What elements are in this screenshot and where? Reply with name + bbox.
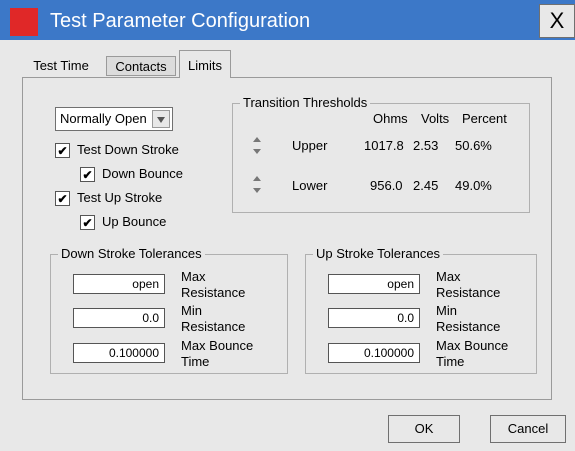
tab-test-time[interactable]: Test Time — [22, 54, 100, 78]
down-min-resistance-label2: Resistance — [181, 319, 246, 334]
app-icon — [10, 8, 38, 36]
down-max-bounce-time-label2: Time — [181, 354, 210, 369]
test-up-stroke-checkbox[interactable]: ✔ — [55, 191, 70, 206]
close-button[interactable]: X — [539, 4, 575, 38]
ok-button[interactable]: OK — [388, 415, 460, 443]
down-bounce-label: Down Bounce — [102, 166, 183, 181]
down-bounce-checkbox[interactable]: ✔ — [80, 167, 95, 182]
up-bounce-label: Up Bounce — [102, 214, 167, 229]
header-volts: Volts — [421, 111, 450, 126]
up-max-bounce-time-label1: Max Bounce — [436, 338, 509, 353]
tab-limits[interactable]: Limits — [179, 50, 231, 78]
up-min-resistance-label1: Min — [436, 303, 457, 318]
lower-threshold-spinner[interactable] — [250, 174, 264, 196]
down-min-resistance-label1: Min — [181, 303, 202, 318]
lower-ohms: 956.0 — [370, 178, 403, 193]
down-max-bounce-time-label1: Max Bounce — [181, 338, 254, 353]
upper-percent: 50.6% — [455, 138, 492, 153]
arrow-up-icon[interactable] — [250, 174, 264, 184]
header-percent: Percent — [462, 111, 507, 126]
down-stroke-tolerances-title: Down Stroke Tolerances — [58, 246, 205, 261]
test-down-stroke-checkbox[interactable]: ✔ — [55, 143, 70, 158]
down-max-resistance-input[interactable]: open — [73, 274, 165, 294]
upper-ohms: 1017.8 — [364, 138, 404, 153]
upper-volts: 2.53 — [413, 138, 439, 153]
contact-type-select[interactable]: Normally Open — [55, 107, 173, 131]
lower-label: Lower — [292, 178, 328, 193]
up-min-resistance-label2: Resistance — [436, 319, 501, 334]
window-title: Test Parameter Configuration — [50, 10, 311, 32]
down-min-resistance-input[interactable]: 0.0 — [73, 308, 165, 328]
down-max-resistance-label1: Max — [181, 269, 206, 284]
arrow-down-icon[interactable] — [250, 186, 264, 196]
transition-thresholds-title: Transition Thresholds — [240, 95, 371, 110]
test-down-stroke-label: Test Down Stroke — [77, 142, 179, 157]
lower-percent: 49.0% — [455, 178, 492, 193]
cancel-button[interactable]: Cancel — [490, 415, 566, 443]
arrow-up-icon[interactable] — [250, 135, 264, 145]
test-up-stroke-label: Test Up Stroke — [77, 190, 163, 205]
down-max-resistance-label2: Resistance — [181, 285, 246, 300]
upper-threshold-spinner[interactable] — [250, 135, 264, 157]
up-max-resistance-input[interactable]: open — [328, 274, 420, 294]
lower-volts: 2.45 — [413, 178, 439, 193]
up-max-resistance-label1: Max — [436, 269, 461, 284]
up-bounce-checkbox[interactable]: ✔ — [80, 215, 95, 230]
up-stroke-tolerances-title: Up Stroke Tolerances — [313, 246, 444, 261]
title-bar: Test Parameter Configuration X — [0, 0, 575, 40]
dialog-window: Test Parameter Configuration X Test Time… — [0, 0, 575, 451]
up-max-bounce-time-input[interactable]: 0.100000 — [328, 343, 420, 363]
arrow-down-icon[interactable] — [250, 147, 264, 157]
down-max-bounce-time-input[interactable]: 0.100000 — [73, 343, 165, 363]
tab-contacts[interactable]: Contacts — [106, 56, 176, 76]
contact-type-value: Normally Open — [60, 111, 147, 126]
header-ohms: Ohms — [373, 111, 408, 126]
chevron-down-icon[interactable] — [152, 110, 170, 128]
up-min-resistance-input[interactable]: 0.0 — [328, 308, 420, 328]
up-max-bounce-time-label2: Time — [436, 354, 465, 369]
upper-label: Upper — [292, 138, 328, 153]
up-max-resistance-label2: Resistance — [436, 285, 501, 300]
